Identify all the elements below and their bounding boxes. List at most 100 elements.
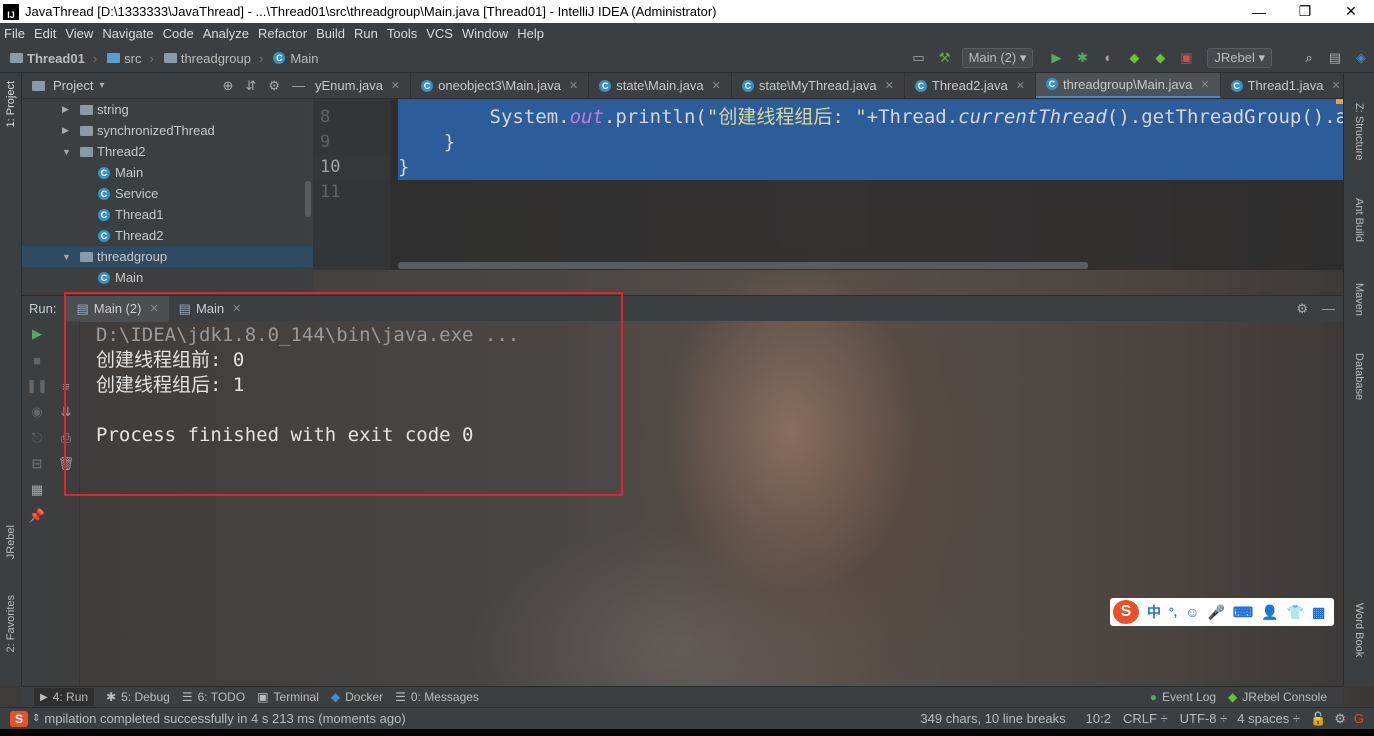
file-structure-icon[interactable]: ▤ — [1327, 51, 1343, 65]
emoji-icon[interactable]: ☺ — [1185, 604, 1199, 620]
menu-edit[interactable]: Edit — [34, 26, 56, 41]
ime-language-toggle[interactable]: 中 — [1147, 602, 1161, 622]
collapse-arrow-icon[interactable]: ▼ — [62, 147, 72, 157]
tab-yenum[interactable]: yEnum.java ✕ — [313, 73, 412, 98]
tray-menu-icon[interactable]: ⇕ — [32, 713, 40, 724]
microphone-icon[interactable]: 🎤 — [1207, 604, 1224, 621]
ime-toolbar[interactable]: S 中 °, ☺ 🎤 ⌨ 👤 👕 ▦ — [1110, 598, 1334, 626]
hide-panel-icon[interactable]: — — [292, 78, 305, 93]
lock-icon[interactable]: 🔓 — [1310, 711, 1326, 727]
stop-icon[interactable]: ▣ — [1178, 51, 1194, 65]
menu-view[interactable]: View — [65, 26, 93, 41]
inspector-icon[interactable]: ⚙ — [1334, 711, 1346, 727]
tab-state-mythread[interactable]: Cstate\MyThread.java ✕ — [732, 73, 905, 98]
tab-thread2[interactable]: C Thread2.java ✕ — [905, 73, 1036, 98]
tab-state-main[interactable]: Cstate\Main.java ✕ — [589, 73, 732, 98]
rerun-icon[interactable]: ▶ — [22, 321, 52, 347]
tree-scrollbar[interactable] — [305, 181, 311, 217]
hide-panel-icon[interactable]: — — [1322, 301, 1335, 316]
database-tool-button[interactable]: Database — [1353, 353, 1365, 400]
collapse-all-icon[interactable]: ⇵ — [245, 78, 256, 94]
structure-tool-button[interactable]: Z: Structure — [1353, 103, 1365, 160]
project-panel-title[interactable]: Project — [53, 78, 93, 93]
breadcrumb-src[interactable]: src › — [107, 51, 154, 66]
close-icon[interactable]: ✕ — [1200, 78, 1209, 91]
translate-icon[interactable]: ◈ — [1353, 51, 1369, 65]
expand-arrow-icon[interactable]: ▶ — [62, 104, 72, 115]
tool-event-log-button[interactable]: ● Event Log — [1150, 690, 1216, 704]
indent-setting[interactable]: 4 spaces ÷ — [1237, 711, 1300, 726]
gear-icon[interactable]: ⚙ — [268, 78, 280, 94]
tool-docker-button[interactable]: ◆ Docker — [331, 690, 383, 704]
collapse-arrow-icon[interactable]: ▼ — [62, 252, 72, 262]
exit-icon[interactable]: ⎋ — [22, 425, 52, 451]
close-icon[interactable]: ✕ — [1331, 79, 1340, 92]
coverage-icon[interactable]: ◐ — [1100, 51, 1116, 65]
google-translate-icon[interactable]: G — [1354, 711, 1364, 726]
tab-threadgroup-main[interactable]: Cthreadgroup\Main.java ✕ — [1035, 73, 1221, 98]
project-structure-icon[interactable]: ▭ — [911, 51, 927, 65]
status-message[interactable]: mpilation completed successfully in 4 s … — [44, 711, 405, 726]
menu-analyze[interactable]: Analyze — [203, 26, 249, 41]
tree-item-thread2-class[interactable]: C Thread2 — [22, 225, 313, 246]
menu-window[interactable]: Window — [462, 26, 508, 41]
tab-thread1[interactable]: C Thread1.java ✕ — [1221, 73, 1343, 98]
tree-item-threadgroup[interactable]: ▼ threadgroup — [22, 246, 313, 267]
jrebel-debug-icon[interactable]: ◆ — [1152, 51, 1168, 65]
project-tool-button[interactable]: 1: Project — [5, 81, 17, 127]
run-configuration-select[interactable]: Main (2) ▾ — [961, 48, 1034, 68]
jrebel-run-icon[interactable]: ◆ — [1126, 51, 1142, 65]
tool-todo-button[interactable]: ☰ 6: TODO — [182, 690, 245, 704]
build-hammer-icon[interactable]: ⚒ — [937, 51, 953, 65]
restore-layout-icon[interactable]: ⊟ — [22, 451, 52, 477]
jrebel-select[interactable]: JRebel ▾ — [1207, 48, 1272, 68]
keyboard-icon[interactable]: ⌨ — [1233, 604, 1253, 621]
restore-button[interactable]: ❐ — [1282, 3, 1328, 20]
jrebel-tool-button[interactable]: JRebel — [5, 525, 17, 559]
breadcrumb-package[interactable]: threadgroup › — [163, 51, 263, 66]
locate-icon[interactable]: ⊕ — [223, 78, 234, 94]
horizontal-scrollbar[interactable] — [398, 262, 1088, 269]
gear-icon[interactable]: ⚙ — [1296, 301, 1308, 317]
tree-item-threadgroup-main[interactable]: C Main — [22, 267, 313, 288]
tree-item-synchronizedthread[interactable]: ▶ synchronizedThread — [22, 120, 313, 141]
favorites-tool-button[interactable]: 2: Favorites — [5, 595, 17, 652]
menu-refactor[interactable]: Refactor — [258, 26, 307, 41]
menu-vcs[interactable]: VCS — [426, 26, 453, 41]
tree-item-thread2-package[interactable]: ▼ Thread2 — [22, 141, 313, 162]
warning-marker[interactable] — [1336, 99, 1343, 104]
sogou-logo-icon[interactable]: S — [1113, 600, 1139, 624]
tool-terminal-button[interactable]: ▣ Terminal — [257, 690, 319, 704]
tool-jrebel-console-button[interactable]: ◆ JRebel Console — [1228, 690, 1327, 704]
menu-tools[interactable]: Tools — [387, 26, 417, 41]
menu-code[interactable]: Code — [163, 26, 194, 41]
chevron-down-icon[interactable]: ▾ — [99, 80, 104, 91]
close-icon[interactable]: ✕ — [885, 79, 894, 92]
layout-icon[interactable]: ▦ — [22, 477, 52, 503]
code-editor[interactable]: System.out.println("创建线程组后: "+Thread.cur… — [390, 99, 1343, 270]
close-icon[interactable]: ✕ — [391, 79, 400, 92]
breadcrumb-class[interactable]: C Main — [273, 51, 319, 66]
tab-oneobject3-main[interactable]: Coneobject3\Main.java ✕ — [411, 73, 590, 98]
word-book-tool-button[interactable]: Word Book — [1353, 603, 1365, 657]
run-icon[interactable]: ▶ — [1048, 51, 1064, 65]
close-icon[interactable]: ✕ — [1016, 79, 1025, 92]
tree-item-main[interactable]: C Main — [22, 162, 313, 183]
user-icon[interactable]: 👤 — [1261, 604, 1278, 621]
skin-icon[interactable]: 👕 — [1287, 604, 1304, 621]
tool-run-button[interactable]: ▶ 4: Run — [34, 688, 95, 706]
ime-punctuation-toggle[interactable]: °, — [1169, 605, 1177, 619]
close-button[interactable]: ✕ — [1328, 3, 1374, 20]
maven-tool-button[interactable]: Maven — [1353, 283, 1365, 316]
tree-item-string[interactable]: ▶ string — [22, 99, 313, 120]
pin-icon[interactable]: 📌 — [22, 503, 52, 529]
ant-build-tool-button[interactable]: Ant Build — [1353, 198, 1365, 242]
tree-item-service[interactable]: C Service — [22, 183, 313, 204]
sogou-tray-icon[interactable]: S — [10, 710, 28, 727]
menu-build[interactable]: Build — [316, 26, 345, 41]
close-icon[interactable]: ✕ — [569, 79, 578, 92]
file-encoding[interactable]: UTF-8 ÷ — [1180, 711, 1228, 726]
line-separator[interactable]: CRLF ÷ — [1123, 711, 1168, 726]
tool-messages-button[interactable]: ☰ 0: Messages — [395, 690, 479, 704]
debug-icon[interactable]: ✱ — [1074, 51, 1090, 65]
